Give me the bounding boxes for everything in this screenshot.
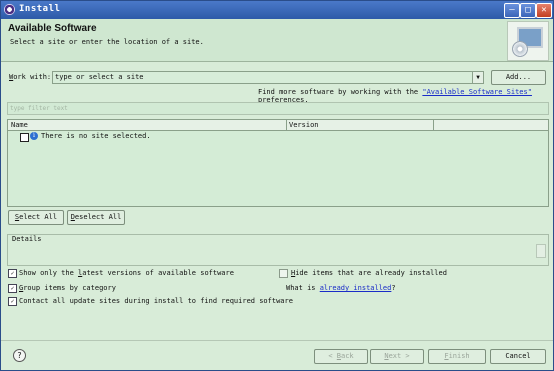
- install-dialog: Install ‒ □ ✕ Available Software Select …: [0, 0, 554, 371]
- hide-installed-checkbox[interactable]: [279, 269, 288, 278]
- back-button[interactable]: < Back: [314, 349, 368, 364]
- info-icon: i: [30, 132, 38, 140]
- row-name: There is no site selected.: [41, 132, 151, 140]
- hide-installed-label: Hide items that are already installed: [291, 269, 447, 277]
- already-installed-link[interactable]: already installed: [320, 284, 392, 292]
- details-label: Details: [12, 235, 42, 243]
- show-latest-checkbox[interactable]: ✓: [8, 269, 17, 278]
- add-site-button[interactable]: Add...: [491, 70, 546, 85]
- chevron-down-icon[interactable]: ▼: [472, 72, 483, 83]
- maximize-button[interactable]: □: [520, 3, 536, 18]
- table-header: Name Version: [8, 120, 548, 131]
- select-all-button[interactable]: Select All: [8, 210, 64, 225]
- column-version[interactable]: Version: [289, 121, 319, 129]
- footer-divider: [1, 340, 553, 341]
- close-button[interactable]: ✕: [536, 3, 552, 18]
- show-latest-label: Show only the latest versions of availab…: [19, 269, 234, 277]
- column-name[interactable]: Name: [11, 121, 28, 129]
- help-icon[interactable]: ?: [13, 349, 26, 362]
- work-with-label: Work with:: [9, 73, 52, 81]
- group-by-category-label: Group items by category: [19, 284, 116, 292]
- install-wizard-icon: [507, 21, 549, 61]
- next-button[interactable]: Next >: [370, 349, 424, 364]
- finish-button[interactable]: Finish: [428, 349, 486, 364]
- minimize-button[interactable]: ‒: [504, 3, 520, 18]
- filter-input[interactable]: type filter text: [7, 102, 549, 115]
- software-table: Name Version i There is no site selected…: [7, 119, 549, 207]
- contact-sites-checkbox[interactable]: ✓: [8, 297, 17, 306]
- page-subtitle: Select a site or enter the location of a…: [10, 38, 204, 46]
- eclipse-icon: [4, 4, 15, 15]
- details-group: Details: [7, 234, 549, 266]
- group-by-category-checkbox[interactable]: ✓: [8, 284, 17, 293]
- wizard-header: Available Software Select a site or ente…: [1, 19, 553, 62]
- work-with-input[interactable]: type or select a site: [55, 73, 144, 81]
- what-is-installed-text: What is already installed?: [286, 284, 396, 292]
- available-software-sites-link[interactable]: "Available Software Sites": [422, 88, 532, 96]
- row-checkbox[interactable]: [20, 133, 29, 142]
- window-title: Install: [19, 4, 61, 14]
- cancel-button[interactable]: Cancel: [490, 349, 546, 364]
- work-with-combo[interactable]: type or select a site ▼: [52, 71, 484, 84]
- page-title: Available Software: [8, 23, 97, 34]
- contact-sites-label: Contact all update sites during install …: [19, 297, 293, 305]
- deselect-all-button[interactable]: Deselect All: [67, 210, 125, 225]
- details-scrollbar[interactable]: [536, 244, 546, 258]
- title-bar: Install ‒ □ ✕: [1, 1, 553, 19]
